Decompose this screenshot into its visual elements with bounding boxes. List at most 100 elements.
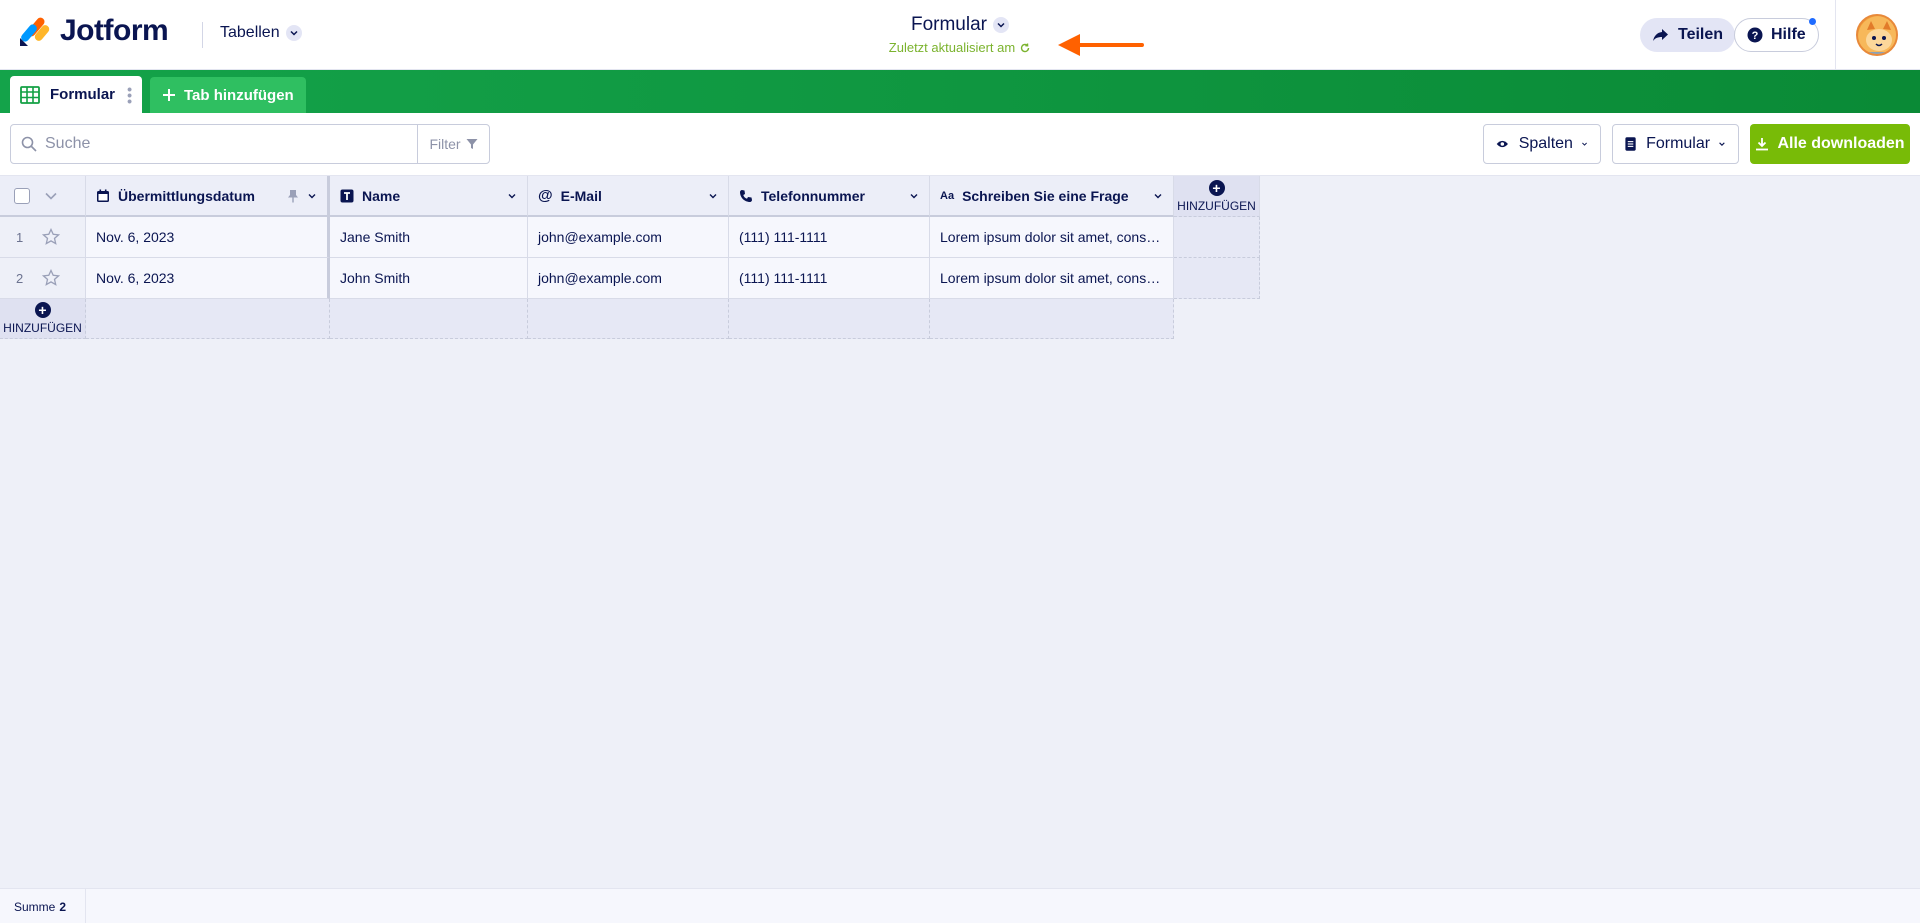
cell-question[interactable]: Lorem ipsum dolor sit amet, consectetur … xyxy=(930,217,1174,258)
tables-menu-button[interactable]: Tabellen xyxy=(220,24,302,42)
filter-label: Filter xyxy=(429,136,461,152)
add-column-label: HINZUFÜGEN xyxy=(1177,198,1256,213)
column-header-label: Übermittlungsdatum xyxy=(118,187,255,204)
plus-circle-icon: + xyxy=(34,302,51,318)
row-number: 1 xyxy=(16,229,24,245)
filter-button[interactable]: Filter xyxy=(417,125,489,163)
form-select-button[interactable]: Formular xyxy=(1612,124,1739,164)
chevron-down-icon[interactable] xyxy=(1153,191,1163,201)
download-icon xyxy=(1756,138,1769,151)
cell-text: john@example.com xyxy=(538,270,662,286)
add-row-label: HINZUFÜGEN xyxy=(3,321,82,335)
cell-date[interactable]: Nov. 6, 2023 xyxy=(86,217,330,258)
chevron-down-icon[interactable] xyxy=(708,191,718,201)
table-footer: Summe 2 xyxy=(0,888,1920,923)
add-column-button[interactable]: + HINZUFÜGEN xyxy=(1174,176,1260,217)
form-document-icon xyxy=(1625,137,1636,151)
empty-cell xyxy=(729,299,930,339)
chevron-down-icon[interactable] xyxy=(507,191,517,201)
last-updated-status: Zuletzt aktualisiert am xyxy=(860,40,1060,55)
tab-bar: Formular • • • Tab hinzufügen xyxy=(0,70,1920,113)
chevron-down-icon[interactable] xyxy=(44,191,58,201)
empty-cell xyxy=(86,299,330,339)
pin-icon[interactable] xyxy=(287,189,299,203)
notification-dot xyxy=(1808,18,1816,25)
eye-icon xyxy=(1496,140,1508,148)
add-row: + HINZUFÜGEN xyxy=(0,299,1174,339)
column-header-label: Name xyxy=(362,187,401,204)
add-row-button[interactable]: + HINZUFÜGEN xyxy=(0,299,86,339)
cell-text: John Smith xyxy=(340,270,411,286)
search-input[interactable] xyxy=(45,135,385,153)
cell-text: Nov. 6, 2023 xyxy=(96,229,175,245)
star-icon[interactable] xyxy=(42,269,60,287)
row-index-cell: 2 xyxy=(0,258,86,299)
more-vertical-icon[interactable]: • • • xyxy=(127,82,132,108)
cell-text: (111) 111-1111 xyxy=(739,229,828,245)
cell-text: Lorem ipsum dolor sit amet, consectetur … xyxy=(940,270,1173,286)
filter-funnel-icon xyxy=(466,139,478,149)
cell-text: Jane Smith xyxy=(340,229,411,245)
help-label: Hilfe xyxy=(1771,26,1806,43)
cell-email[interactable]: john@example.com xyxy=(528,217,729,258)
select-all-cell xyxy=(0,176,86,217)
plus-circle-icon: + xyxy=(1208,179,1225,196)
empty-cell xyxy=(930,299,1174,339)
tab-formular[interactable]: Formular • • • xyxy=(10,76,142,113)
chevron-down-icon[interactable] xyxy=(909,191,919,201)
text-icon xyxy=(340,189,354,202)
chevron-down-icon xyxy=(1719,142,1725,146)
jotform-logo[interactable]: Jotform xyxy=(18,14,169,48)
star-icon[interactable] xyxy=(42,228,60,246)
cell-phone[interactable]: (111) 111-1111 xyxy=(729,258,930,299)
empty-cell xyxy=(1174,217,1260,258)
chevron-down-icon xyxy=(1582,142,1587,146)
table-row[interactable]: 1 Nov. 6, 2023 Jane Smith john@example.c… xyxy=(0,217,1260,258)
chevron-down-icon xyxy=(993,17,1009,33)
column-header-phone[interactable]: Telefonnummer xyxy=(729,176,930,217)
orange-arrow-icon xyxy=(1058,34,1144,56)
row-sum: Summe 2 xyxy=(0,889,86,923)
form-title: Formular xyxy=(910,14,987,35)
chevron-down-icon[interactable] xyxy=(307,191,317,201)
header-divider xyxy=(1835,0,1836,70)
column-header-email[interactable]: @ E-Mail xyxy=(528,176,729,217)
tables-menu-label: Tabellen xyxy=(220,24,280,41)
cell-text: (111) 111-1111 xyxy=(739,270,828,286)
select-all-checkbox[interactable] xyxy=(14,187,30,204)
cell-email[interactable]: john@example.com xyxy=(528,258,729,299)
cat-avatar-icon xyxy=(1858,16,1896,54)
help-button[interactable]: ? Hilfe xyxy=(1734,18,1819,52)
refresh-icon[interactable] xyxy=(1019,42,1031,54)
column-header-date[interactable]: Übermittlungsdatum xyxy=(86,176,330,217)
empty-cell xyxy=(330,299,528,339)
cell-phone[interactable]: (111) 111-1111 xyxy=(729,217,930,258)
share-label: Teilen xyxy=(1678,26,1724,43)
calendar-icon xyxy=(97,189,109,202)
cell-text: john@example.com xyxy=(538,229,662,245)
download-all-button[interactable]: Alle downloaden xyxy=(1750,124,1910,164)
table-row[interactable]: 2 Nov. 6, 2023 John Smith john@example.c… xyxy=(0,258,1260,299)
cell-date[interactable]: Nov. 6, 2023 xyxy=(86,258,330,299)
columns-button[interactable]: Spalten xyxy=(1483,124,1601,164)
at-icon: @ xyxy=(538,187,553,204)
cell-name[interactable]: Jane Smith xyxy=(330,217,528,258)
plus-icon xyxy=(163,89,175,101)
cell-name[interactable]: John Smith xyxy=(330,258,528,299)
share-button[interactable]: Teilen xyxy=(1640,18,1736,52)
phone-icon xyxy=(740,189,752,202)
add-tab-button[interactable]: Tab hinzufügen xyxy=(150,77,306,113)
sum-value: 2 xyxy=(59,899,67,914)
brand-name: Jotform xyxy=(60,14,169,47)
jotform-logo-icon xyxy=(20,17,50,46)
empty-cell xyxy=(528,299,729,339)
form-title-button[interactable]: Formular xyxy=(911,14,1009,36)
user-avatar[interactable] xyxy=(1856,14,1898,56)
row-index-cell: 1 xyxy=(0,217,86,258)
column-header-label: Telefonnummer xyxy=(761,187,865,204)
column-header-question[interactable]: Aa Schreiben Sie eine Frage xyxy=(930,176,1174,217)
tab-formular-label: Formular xyxy=(50,86,116,103)
cell-question[interactable]: Lorem ipsum dolor sit amet, consectetur … xyxy=(930,258,1174,299)
grid-table-icon xyxy=(20,85,40,104)
column-header-name[interactable]: Name xyxy=(330,176,528,217)
